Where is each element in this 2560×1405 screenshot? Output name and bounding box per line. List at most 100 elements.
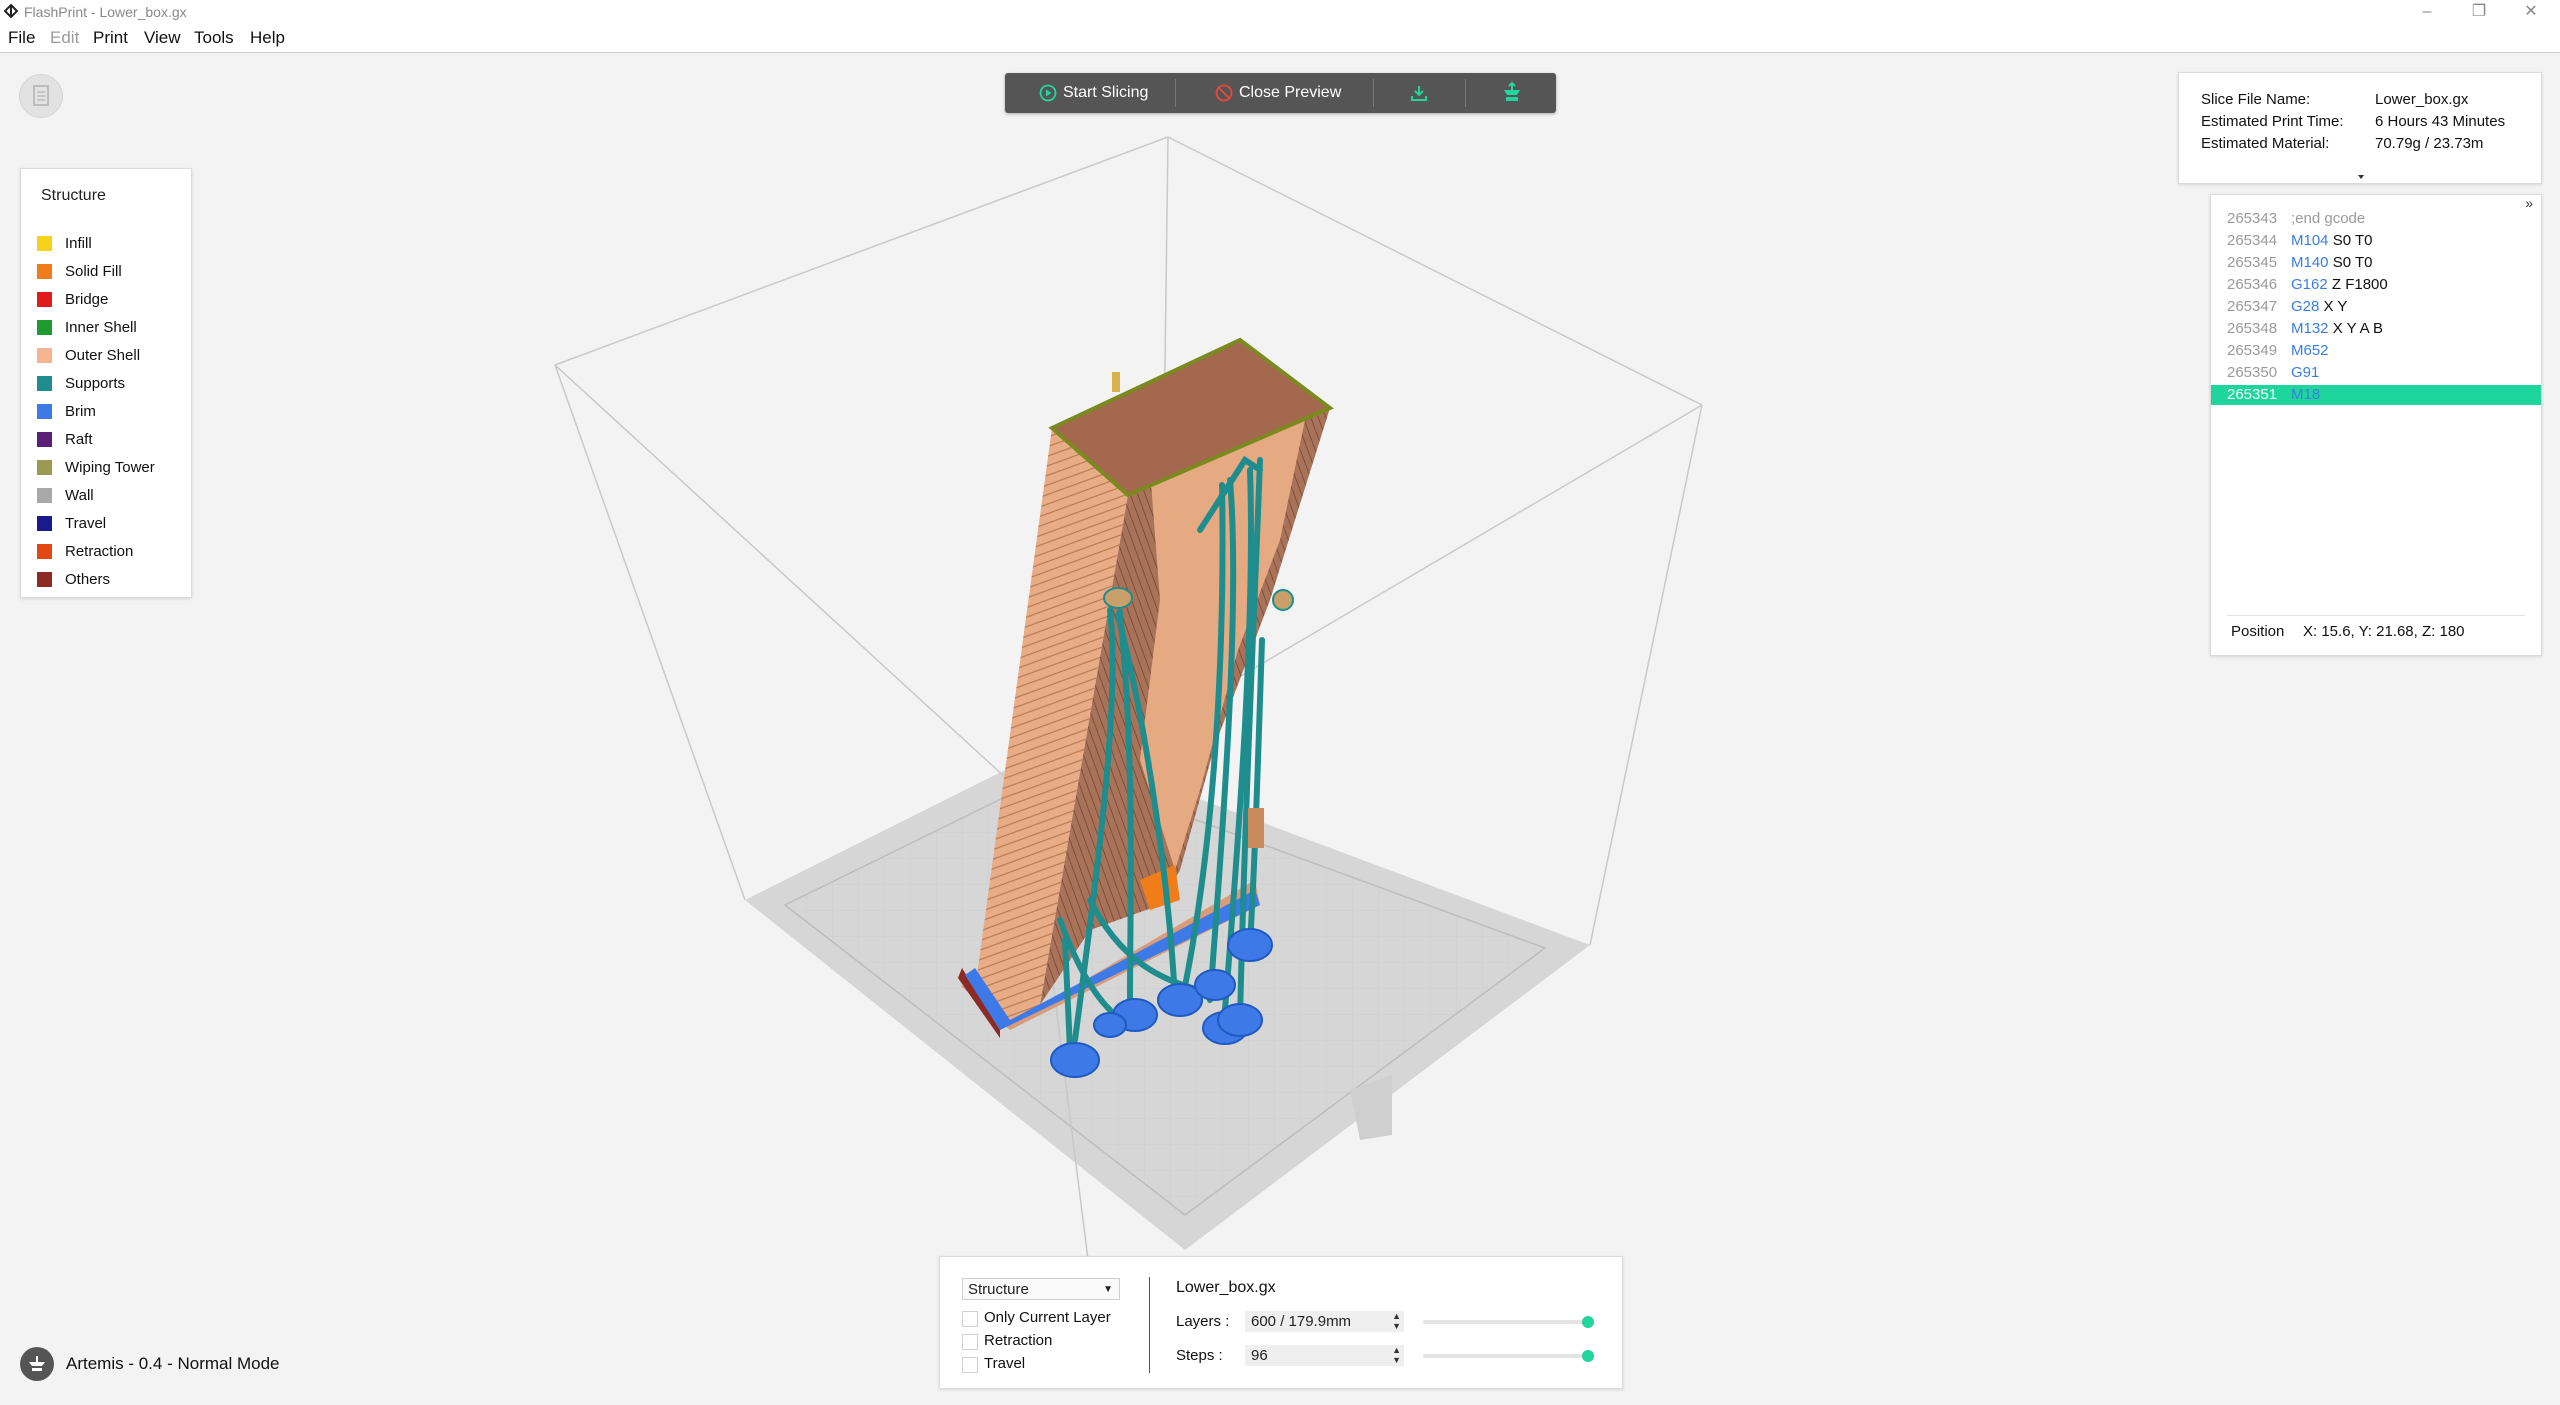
legend-swatch [37, 235, 52, 251]
menu-file[interactable]: File [8, 28, 35, 48]
legend-swatch [37, 571, 52, 587]
export-button[interactable] [1409, 73, 1429, 113]
only-current-layer-label: Only Current Layer [984, 1309, 1111, 1326]
gcode-command: M652 [2291, 341, 2329, 361]
legend-label: Solid Fill [65, 262, 122, 280]
gcode-line[interactable]: 265345 M140 S0 T0 [2211, 253, 2541, 273]
legend-swatch [37, 375, 52, 391]
close-preview-button[interactable]: Close Preview [1215, 73, 1341, 113]
printer-send-icon [1504, 81, 1520, 101]
preview-controls-panel: Structure ▼ Only Current Layer Retractio… [939, 1256, 1623, 1389]
chevron-down-icon[interactable] [2355, 173, 2367, 181]
material-value: 70.79g / 23.73m [2375, 135, 2484, 152]
material-label: Estimated Material: [2201, 135, 2330, 152]
gcode-line[interactable]: 265350 G91 [2211, 363, 2541, 383]
gcode-line[interactable]: 265348 M132 X Y A B [2211, 319, 2541, 339]
gcode-command-code: M18 [2291, 386, 2321, 403]
document-icon [33, 85, 49, 106]
machine-mode-text: Artemis - 0.4 - Normal Mode [66, 1354, 280, 1373]
gcode-line[interactable]: 265346 G162 Z F1800 [2211, 275, 2541, 295]
play-icon [1039, 84, 1057, 102]
gcode-line[interactable]: 265351 M18 [2211, 385, 2541, 405]
legend-swatch [37, 515, 52, 531]
travel-checkbox[interactable] [962, 1357, 978, 1373]
legend-swatch [37, 319, 52, 335]
printer-icon [29, 1356, 45, 1371]
close-icon[interactable]: ✕ [2508, 0, 2554, 24]
legend-item: Infill [37, 233, 92, 253]
steps-value: 96 [1251, 1347, 1268, 1364]
start-slicing-button[interactable]: Start Slicing [1039, 73, 1148, 113]
menu-help[interactable]: Help [250, 28, 285, 48]
legend-label: Inner Shell [65, 318, 137, 336]
legend-swatch [37, 487, 52, 503]
gcode-command: G28 X Y [2291, 297, 2347, 317]
legend-item: Brim [37, 401, 96, 421]
retraction-label: Retraction [984, 1332, 1053, 1349]
legend-swatch [37, 403, 52, 419]
slice-file-name-value: Lower_box.gx [2375, 91, 2469, 108]
gcode-panel: » 265343 ;end gcode 265344 M104 S0 T0 265345… [2210, 194, 2542, 656]
spin-arrows-icon[interactable]: ▲ ▼ [1392, 1345, 1401, 1365]
gcode-line[interactable]: 265347 G28 X Y [2211, 297, 2541, 317]
menu-edit[interactable]: Edit [50, 28, 79, 48]
toolbar-divider [1175, 79, 1176, 107]
machine-mode-button[interactable] [20, 1347, 54, 1381]
legend-item: Inner Shell [37, 317, 137, 337]
gcode-command-code: M104 [2291, 232, 2329, 249]
print-preview-viewport[interactable] [0, 53, 2560, 1405]
gcode-line[interactable]: 265343 ;end gcode [2211, 209, 2541, 229]
menu-print[interactable]: Print [93, 28, 128, 48]
menu-tools[interactable]: Tools [194, 28, 234, 48]
legend-swatch [37, 459, 52, 475]
send-to-printer-button[interactable] [1500, 73, 1524, 113]
layers-slider-thumb[interactable] [1582, 1316, 1594, 1328]
steps-slider[interactable] [1423, 1350, 1594, 1362]
dropdown-arrow-icon: ▼ [1103, 1284, 1113, 1295]
steps-slider-thumb[interactable] [1582, 1350, 1594, 1362]
gcode-line[interactable]: 265349 M652 [2211, 341, 2541, 361]
layers-value: 600 / 179.9mm [1251, 1313, 1352, 1330]
print-time-label: Estimated Print Time: [2201, 113, 2344, 130]
legend-label: Wall [65, 486, 94, 504]
layers-slider[interactable] [1423, 1316, 1594, 1328]
gcode-line-number: 265343 [2227, 210, 2278, 227]
gcode-command-code: G91 [2291, 364, 2320, 381]
legend-item: Retraction [37, 541, 133, 561]
legend-label: Wiping Tower [65, 458, 155, 476]
only-current-layer-checkbox[interactable] [962, 1311, 978, 1327]
gcode-line[interactable]: 265344 M104 S0 T0 [2211, 231, 2541, 251]
travel-label: Travel [984, 1355, 1026, 1372]
layers-spinbox[interactable]: 600 / 179.9mm ▲ ▼ [1245, 1311, 1404, 1332]
menu-bar: File Edit Print View Tools Help [0, 24, 2560, 53]
app-logo-icon [4, 4, 18, 18]
toolbar-divider [1465, 79, 1466, 107]
retraction-checkbox[interactable] [962, 1334, 978, 1350]
3d-model-scene[interactable] [0, 53, 2560, 1405]
steps-spinbox[interactable]: 96 ▲ ▼ [1245, 1345, 1404, 1366]
steps-label: Steps : [1176, 1347, 1223, 1364]
legend-swatch [37, 347, 52, 363]
legend-label: Bridge [65, 290, 109, 308]
legend-item: Supports [37, 373, 125, 393]
minimize-icon[interactable]: – [2404, 0, 2450, 24]
gcode-line-number: 265350 [2227, 364, 2278, 381]
document-list-button[interactable] [19, 74, 63, 118]
gcode-command: ;end gcode [2291, 209, 2365, 229]
restore-icon[interactable]: ❐ [2456, 0, 2502, 24]
menu-view[interactable]: View [144, 28, 181, 48]
view-mode-select[interactable]: Structure ▼ [962, 1278, 1120, 1300]
legend-item: Bridge [37, 289, 108, 309]
gcode-command-code: G162 [2291, 276, 2328, 293]
close-preview-label: Close Preview [1239, 84, 1342, 101]
gcode-command-code: M132 [2291, 320, 2329, 337]
legend-item: Wall [37, 485, 94, 505]
legend-item: Solid Fill [37, 261, 122, 281]
window-title: FlashPrint - Lower_box.gx [24, 4, 187, 20]
legend-item: Wiping Tower [37, 457, 155, 477]
gcode-command-code: G28 [2291, 298, 2320, 315]
spin-arrows-icon[interactable]: ▲ ▼ [1392, 1311, 1401, 1331]
position-label: Position [2231, 623, 2285, 640]
legend-label: Travel [65, 514, 107, 532]
position-divider [2227, 615, 2525, 616]
